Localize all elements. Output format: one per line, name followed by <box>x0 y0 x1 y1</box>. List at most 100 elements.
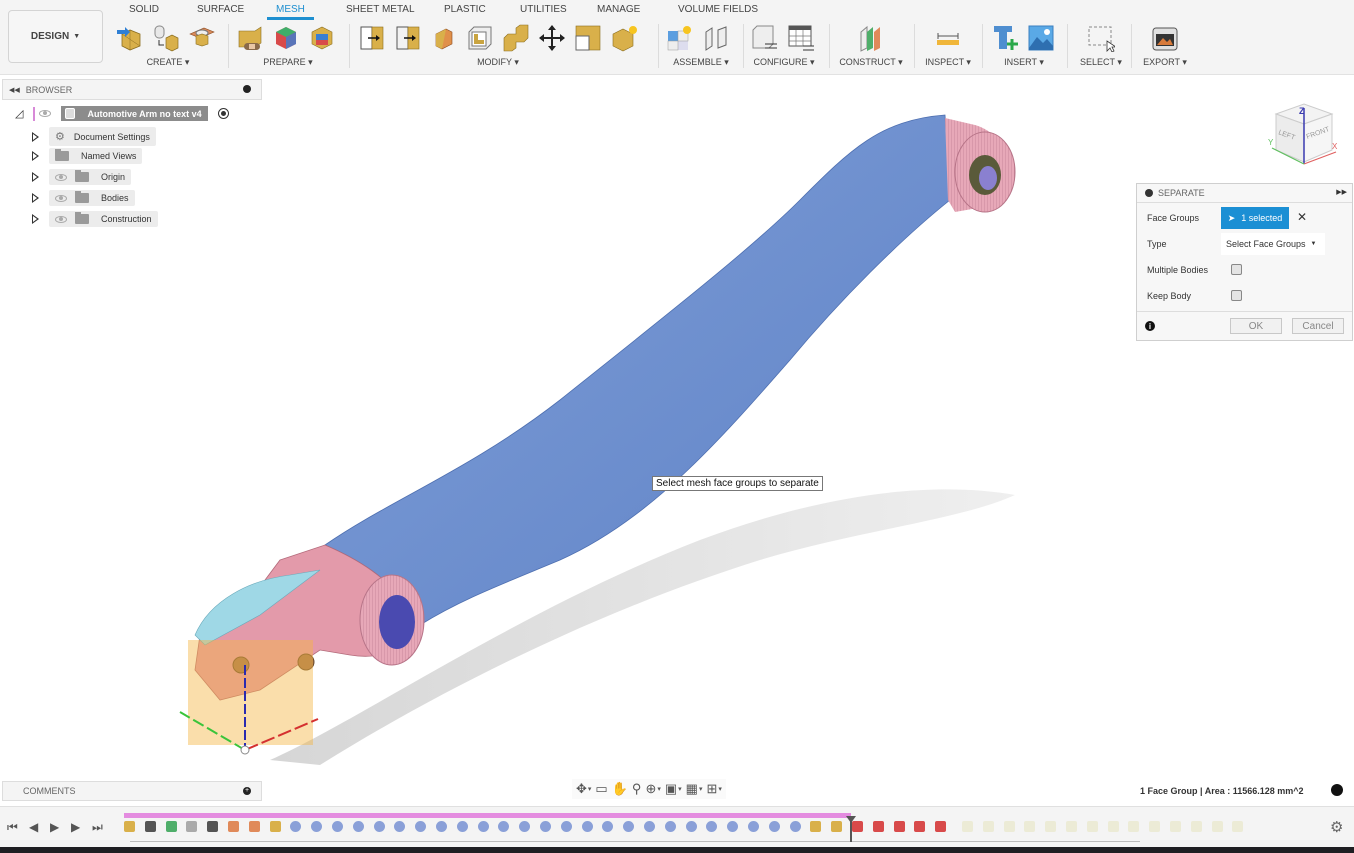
ok-button[interactable]: OK <box>1230 318 1282 334</box>
cancel-button[interactable]: Cancel <box>1292 318 1344 334</box>
tree-expand-icon[interactable]: ◿ <box>15 107 23 120</box>
zoom-icon[interactable]: ⚲ <box>632 781 642 797</box>
timeline-feature-point[interactable] <box>789 821 801 832</box>
combine-icon[interactable] <box>502 24 530 52</box>
timeline-feature-suppressed[interactable] <box>1107 821 1119 832</box>
timeline-feature-fg[interactable] <box>872 821 884 832</box>
timeline-feature-point[interactable] <box>373 821 385 832</box>
offset-plane-icon[interactable] <box>857 24 885 52</box>
display-settings-icon[interactable]: ▣ ▾ <box>665 781 682 797</box>
timeline-feature-point[interactable] <box>540 821 551 832</box>
timeline-feature-point[interactable] <box>581 821 593 832</box>
create-face-group-icon[interactable] <box>188 24 216 52</box>
measure-icon[interactable] <box>934 24 962 52</box>
play-icon[interactable]: ▶ <box>50 820 59 834</box>
insert-canvas-icon[interactable] <box>1027 24 1055 52</box>
create-mesh-from-body-icon[interactable] <box>152 24 180 52</box>
timeline-feature-suppressed[interactable] <box>1211 821 1223 832</box>
orbit-icon[interactable]: ✥ ▾ <box>576 781 591 797</box>
timeline-feature-point[interactable] <box>727 821 739 832</box>
group-create-label[interactable]: CREATE ▾ <box>116 57 220 68</box>
configuration-table-icon[interactable] <box>787 24 815 52</box>
timeline-feature-suppressed[interactable] <box>1232 821 1244 832</box>
timeline-feature-cfg[interactable] <box>186 821 198 832</box>
timeline-marker-line[interactable] <box>850 819 852 842</box>
expand-icon[interactable] <box>32 193 39 203</box>
timeline-feature-suppressed[interactable] <box>1128 821 1140 832</box>
timeline-feature-combine[interactable] <box>810 821 822 832</box>
timeline-feature-suppressed[interactable] <box>1045 821 1057 832</box>
tab-mesh[interactable]: MESH <box>267 4 314 20</box>
remesh-icon[interactable] <box>358 24 386 52</box>
timeline-feature-suppressed[interactable] <box>1190 821 1202 832</box>
group-prepare-label[interactable]: PREPARE ▾ <box>236 57 340 68</box>
viewcube[interactable]: Z LEFT FRONT X Y <box>1268 100 1340 170</box>
timeline-feature-point[interactable] <box>290 821 302 832</box>
timeline-feature-point[interactable] <box>352 821 364 832</box>
timeline-feature-combine[interactable] <box>831 821 843 832</box>
timeline-feature-point[interactable] <box>623 821 635 832</box>
timeline-progress-bar[interactable] <box>124 813 851 818</box>
group-assemble-label[interactable]: ASSEMBLE ▾ <box>666 57 736 68</box>
timeline-feature-suppressed[interactable] <box>962 821 973 832</box>
tab-volume-fields[interactable]: VOLUME FIELDS <box>676 4 760 20</box>
new-component-icon[interactable] <box>666 24 694 52</box>
timeline-feature-suppressed[interactable] <box>1170 821 1181 832</box>
group-export-label[interactable]: EXPORT ▾ <box>1140 57 1190 68</box>
tab-plastic[interactable]: PLASTIC <box>442 4 488 20</box>
expand-icon[interactable] <box>32 214 39 224</box>
step-forward-icon[interactable]: ▶ <box>71 820 80 834</box>
workspace-switcher[interactable]: DESIGN ▼ <box>8 10 103 63</box>
browser-root[interactable]: ◿ Automotive Arm no text v4 <box>15 106 229 121</box>
go-to-start-icon[interactable]: ⏮ <box>7 820 18 835</box>
step-back-icon[interactable]: ◀ <box>29 820 38 834</box>
fit-icon[interactable]: ⊕ ▾ <box>645 781 660 797</box>
timeline-feature-fg[interactable] <box>893 821 905 832</box>
erase-and-fill-icon[interactable] <box>430 24 458 52</box>
type-dropdown[interactable]: Select Face Groups ▼ <box>1221 233 1325 255</box>
visibility-icon[interactable] <box>55 173 67 181</box>
3d-viewport[interactable] <box>0 76 1354 779</box>
group-construct-label[interactable]: CONSTRUCT ▾ <box>838 57 904 68</box>
window-select-icon[interactable] <box>1087 24 1115 52</box>
timeline-feature-fg[interactable] <box>914 821 926 832</box>
tab-sheet-metal[interactable]: SHEET METAL <box>344 4 417 20</box>
generate-face-groups-icon[interactable] <box>272 24 300 52</box>
add-comment-icon[interactable]: + <box>243 787 251 795</box>
group-configure-label[interactable]: CONFIGURE ▾ <box>751 57 817 68</box>
insert-mesh-icon[interactable] <box>116 24 144 52</box>
pan-icon[interactable]: ✋ <box>612 781 628 797</box>
timeline-feature-point[interactable] <box>644 821 655 832</box>
mesh-arm-body[interactable] <box>324 114 951 626</box>
grid-icon[interactable]: ▦ ▾ <box>686 781 703 797</box>
timeline-feature-move[interactable] <box>207 821 219 832</box>
timeline-feature-point[interactable] <box>560 821 572 832</box>
activate-radio-icon[interactable] <box>217 108 229 119</box>
keep-body-checkbox[interactable] <box>1231 290 1242 301</box>
group-insert-label[interactable]: INSERT ▾ <box>991 57 1057 68</box>
timeline-feature-body[interactable] <box>228 821 239 832</box>
smooth-icon[interactable] <box>610 24 638 52</box>
timeline-feature-point[interactable] <box>311 821 323 832</box>
timeline-feature-suppressed[interactable] <box>1066 821 1077 832</box>
timeline-feature-suppressed[interactable] <box>1149 821 1161 832</box>
timeline-feature-point[interactable] <box>436 821 447 832</box>
shell-icon[interactable] <box>466 24 494 52</box>
timeline-feature-point[interactable] <box>706 821 718 832</box>
timeline-feature-point[interactable] <box>685 821 697 832</box>
group-inspect-label[interactable]: INSPECT ▾ <box>922 57 974 68</box>
look-at-icon[interactable]: ▭ <box>595 781 607 797</box>
timeline-feature-point[interactable] <box>332 821 343 832</box>
collapse-icon[interactable]: ◀◀ <box>9 86 20 94</box>
origin-point[interactable] <box>240 745 250 755</box>
timeline-feature-body[interactable] <box>248 821 260 832</box>
repair-icon[interactable] <box>236 24 264 52</box>
timeline-feature-point[interactable] <box>602 821 614 832</box>
timeline-feature-move[interactable] <box>144 821 156 832</box>
timeline-feature-point[interactable] <box>498 821 510 832</box>
joint-icon[interactable] <box>702 24 730 52</box>
collapse-dialog-icon[interactable] <box>1145 189 1153 197</box>
tab-manage[interactable]: MANAGE <box>595 4 642 20</box>
timeline-feature-point[interactable] <box>768 821 780 832</box>
face-groups-selection[interactable]: ➤ 1 selected <box>1221 207 1289 229</box>
